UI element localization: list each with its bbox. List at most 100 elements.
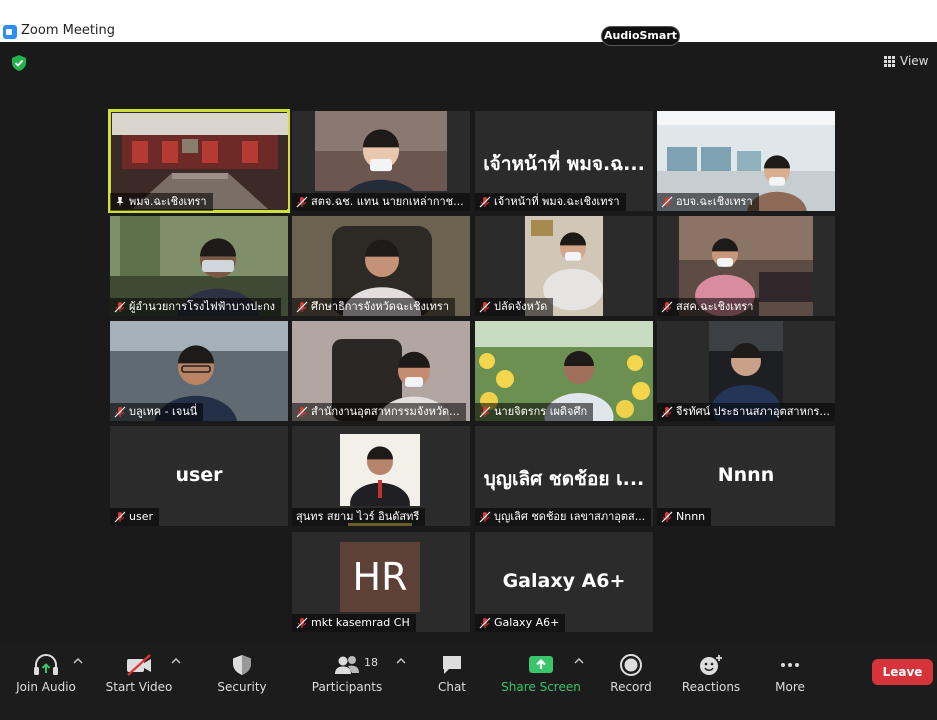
participant-tile[interactable]: ศึกษาธิการจังหวัดฉะเชิงเทรา — [292, 216, 470, 316]
participant-name: นายจิตรกร เผดิจศึก — [494, 405, 588, 418]
participant-name: สสค.ฉะเชิงเทรา — [676, 300, 754, 313]
chat-button[interactable]: Chat — [424, 645, 480, 705]
mic-muted-icon — [661, 511, 673, 523]
participant-name: สตจ.ฉช. แทน นายกเหล่ากาช... — [311, 195, 464, 208]
share-screen-label: Share Screen — [501, 680, 581, 694]
more-dots-icon — [781, 663, 799, 667]
video-off-icon — [127, 654, 151, 676]
participant-name: บลูเทค - เจนนี่ — [129, 405, 198, 418]
mic-muted-icon — [479, 196, 491, 208]
security-shield-icon — [233, 655, 251, 675]
participant-tile[interactable]: Nnnn Nnnn — [657, 426, 835, 526]
share-options-chevron-up-icon[interactable] — [574, 657, 584, 665]
participant-tile[interactable]: ปลัดจังหวัด — [475, 216, 653, 316]
leave-button[interactable]: Leave — [872, 659, 933, 685]
participant-name-tag: สตจ.ฉช. แทน นายกเหล่ากาช... — [292, 193, 470, 211]
mic-muted-icon — [479, 511, 491, 523]
security-label: Security — [217, 680, 267, 694]
participants-label: Participants — [311, 680, 383, 694]
participant-tile[interactable]: user user — [110, 426, 288, 526]
participant-video — [340, 434, 420, 506]
participant-tile[interactable]: บลูเทค - เจนนี่ — [110, 321, 288, 421]
audiosmart-badge[interactable]: AudioSmart — [601, 26, 680, 46]
video-options-chevron-up-icon[interactable] — [171, 657, 181, 665]
participant-tile[interactable]: HR mkt kasemrad CH — [292, 532, 470, 632]
title-bar: Zoom Meeting — [0, 0, 937, 42]
participant-name: พมจ.ฉะเชิงเทรา — [129, 195, 207, 208]
participant-name-tag: บลูเทค - เจนนี่ — [110, 403, 204, 421]
participant-display-name: Nnnn — [717, 464, 775, 486]
participant-name-tag: user — [110, 508, 159, 526]
participant-name-tag: เจ้าหน้าที่ พมจ.ฉะเชิงเทรา — [475, 193, 626, 211]
participant-tile[interactable]: นายจิตรกร เผดิจศึก — [475, 321, 653, 421]
security-button[interactable]: Security — [210, 645, 274, 705]
participant-name-tag: ปลัดจังหวัด — [475, 298, 554, 316]
participant-tile[interactable]: บุญเลิศ ชดช้อย เ... บุญเลิศ ชดช้อย เลขาสภ… — [475, 426, 653, 526]
chat-bubble-icon — [443, 656, 461, 674]
grid-icon — [884, 55, 895, 67]
mic-muted-icon — [296, 406, 308, 418]
participants-button[interactable]: Participants — [308, 645, 386, 705]
participant-name-tag: จีรทัศน์ ประธานสภาอุตสาหกร... — [657, 403, 835, 421]
participant-name: บุญเลิศ ชดช้อย เลขาสภาอุตส... — [494, 510, 646, 523]
share-screen-icon — [529, 656, 553, 673]
audio-options-chevron-up-icon[interactable] — [73, 657, 83, 665]
participant-name: ผู้อำนวยการโรงไฟฟ้าบางปะกง — [129, 300, 276, 313]
zoom-app-icon — [3, 25, 17, 39]
participant-tile[interactable]: สตจ.ฉช. แทน นายกเหล่ากาช... — [292, 111, 470, 211]
reactions-smiley-icon — [700, 655, 722, 675]
avatar: HR — [340, 542, 420, 612]
participant-name-tag: พมจ.ฉะเชิงเทรา — [110, 193, 213, 211]
mic-muted-icon — [296, 617, 308, 629]
record-button[interactable]: Record — [603, 645, 659, 705]
participant-name: จีรทัศน์ ประธานสภาอุตสาหกร... — [676, 405, 830, 418]
participant-tile[interactable]: เจ้าหน้าที่ พมจ.ฉ... เจ้าหน้าที่ พมจ.ฉะเช… — [475, 111, 653, 211]
participant-display-name: เจ้าหน้าที่ พมจ.ฉ... — [483, 153, 645, 175]
encryption-shield-icon[interactable] — [11, 54, 27, 72]
participant-name: สำนักงานอุตสาหกรรมจังหวัด... — [311, 405, 460, 418]
start-video-button[interactable]: Start Video — [100, 645, 178, 705]
mic-muted-icon — [661, 196, 673, 208]
participant-display-name: บุญเลิศ ชดช้อย เ... — [483, 468, 645, 490]
participant-tile[interactable]: สสค.ฉะเชิงเทรา — [657, 216, 835, 316]
join-audio-label: Join Audio — [16, 680, 76, 694]
pin-icon — [116, 197, 124, 207]
participants-icon — [335, 656, 359, 674]
participant-tile[interactable]: ผู้อำนวยการโรงไฟฟ้าบางปะกง — [110, 216, 288, 316]
participant-name: user — [129, 510, 153, 523]
mic-muted-icon — [661, 406, 673, 418]
participant-tile[interactable]: สำนักงานอุตสาหกรรมจังหวัด... — [292, 321, 470, 421]
mic-muted-icon — [296, 301, 308, 313]
mic-muted-icon — [296, 196, 308, 208]
participant-name-tag: สำนักงานอุตสาหกรรมจังหวัด... — [292, 403, 466, 421]
join-audio-button[interactable]: Join Audio — [10, 645, 82, 705]
mic-muted-icon — [114, 301, 126, 313]
participant-name: Nnnn — [676, 510, 706, 523]
participant-tile[interactable]: Galaxy A6+ Galaxy A6+ — [475, 532, 653, 632]
participant-tile[interactable]: สุนทร สยาม ไวร์ อินดัสทรี — [292, 426, 470, 526]
mic-muted-icon — [479, 617, 491, 629]
share-screen-button[interactable]: Share Screen — [500, 645, 582, 705]
participant-tile[interactable]: พมจ.ฉะเชิงเทรา — [108, 109, 290, 213]
participant-name-tag: ศึกษาธิการจังหวัดฉะเชิงเทรา — [292, 298, 456, 316]
mic-muted-icon — [661, 301, 673, 313]
participant-name-tag: ผู้อำนวยการโรงไฟฟ้าบางปะกง — [110, 298, 282, 316]
participant-name-tag: สุนทร สยาม ไวร์ อินดัสทรี — [292, 508, 426, 526]
participants-count: 18 — [364, 656, 378, 669]
view-button[interactable]: View — [884, 52, 928, 70]
participant-tile[interactable]: อบจ.ฉะเชิงเทรา — [657, 111, 835, 211]
participant-name-tag: สสค.ฉะเชิงเทรา — [657, 298, 760, 316]
start-video-label: Start Video — [105, 680, 173, 694]
reactions-button[interactable]: Reactions — [678, 645, 744, 705]
meeting-toolbar: Join Audio Start Video Security Particip… — [0, 645, 937, 720]
participant-name-tag: นายจิตรกร เผดิจศึก — [475, 403, 594, 421]
mic-muted-icon — [479, 406, 491, 418]
more-button[interactable]: More — [763, 645, 817, 705]
participant-name-tag: Galaxy A6+ — [475, 614, 566, 632]
participant-display-name: Galaxy A6+ — [502, 570, 626, 592]
participant-tile[interactable]: จีรทัศน์ ประธานสภาอุตสาหกร... — [657, 321, 835, 421]
mic-muted-icon — [114, 406, 126, 418]
participant-name: สุนทร สยาม ไวร์ อินดัสทรี — [296, 510, 420, 523]
participants-options-chevron-up-icon[interactable] — [396, 657, 406, 665]
chat-label: Chat — [437, 680, 467, 694]
